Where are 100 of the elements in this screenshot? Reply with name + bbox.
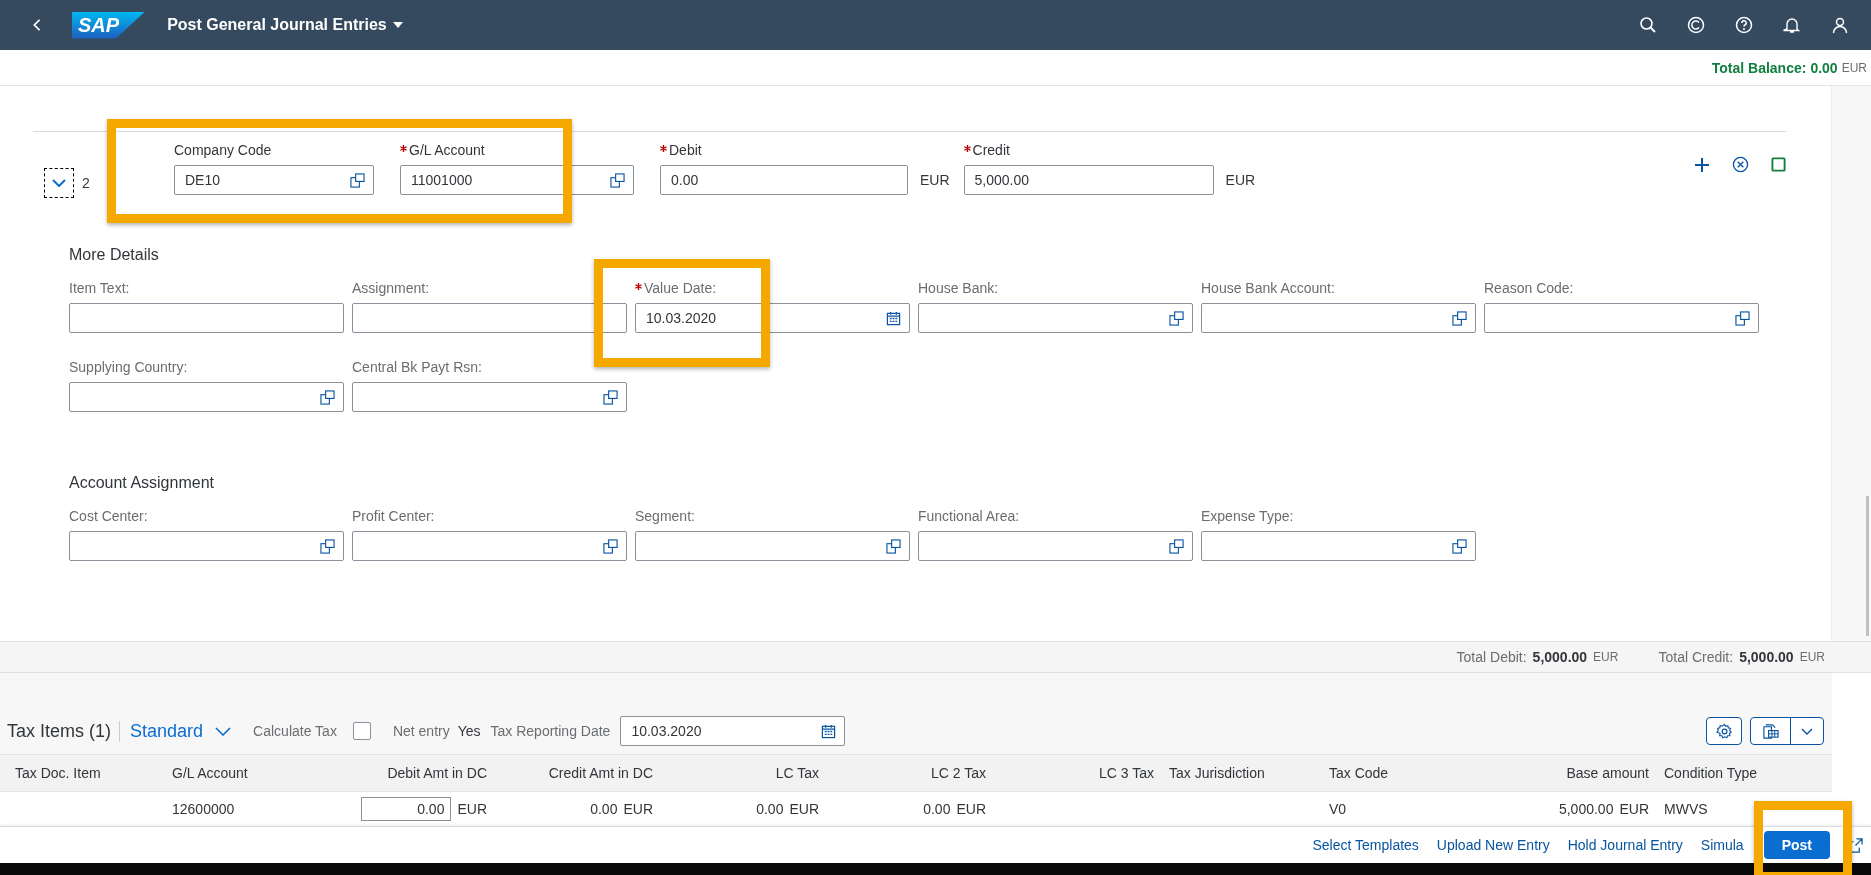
add-icon[interactable]: [1694, 156, 1710, 173]
input-field[interactable]: [1484, 303, 1759, 333]
total-label: Total Debit:: [1456, 649, 1527, 665]
logo[interactable]: SAP: [72, 11, 146, 39]
table-title: Tax Items (1): [7, 720, 121, 742]
expand-toggle[interactable]: [44, 168, 74, 198]
column-header[interactable]: Tax Doc. Item: [0, 765, 165, 781]
column-header[interactable]: LC 3 Tax: [994, 765, 1162, 781]
field-label: Value Date:: [635, 278, 717, 298]
footer-action-link[interactable]: Hold Journal Entry: [1567, 837, 1683, 853]
table-cell: MWVS: [1664, 801, 1708, 817]
input-field[interactable]: [69, 303, 344, 333]
footer-action-link[interactable]: Select Templates: [1312, 837, 1419, 853]
value-help-icon[interactable]: [1735, 310, 1750, 326]
app-title-menu[interactable]: Post General Journal Entries: [167, 16, 403, 34]
checkbox-label: Calculate Tax: [253, 723, 337, 739]
checkbox[interactable]: [352, 722, 371, 740]
table-cell: V0: [1329, 801, 1347, 817]
field-label: Debit: [660, 140, 702, 160]
chevron-down-icon: [1801, 727, 1813, 735]
field-label: Reason Code:: [1484, 279, 1574, 298]
column-header[interactable]: Tax Code: [1322, 765, 1492, 781]
caret-icon: [392, 22, 403, 28]
section-title: Account Assignment: [69, 474, 215, 492]
input-field[interactable]: [918, 531, 1193, 561]
input-field[interactable]: 11001000: [400, 165, 634, 195]
calendar-icon[interactable]: [821, 723, 837, 739]
input-field[interactable]: [352, 531, 627, 561]
value-help-icon[interactable]: [610, 172, 625, 188]
input-field[interactable]: DE10: [174, 165, 374, 195]
currency-label: EUR: [1225, 172, 1256, 188]
field-label: Assignment:: [352, 279, 430, 298]
input-field[interactable]: 0.00: [660, 165, 908, 195]
column-header[interactable]: G/L Account: [165, 765, 335, 781]
input-field[interactable]: 5,000.00: [963, 165, 1214, 195]
field-label: Tax Reporting Date: [490, 723, 611, 739]
table-cell: 0.00: [923, 801, 951, 817]
input-field[interactable]: [1201, 303, 1476, 333]
input-field[interactable]: [1201, 531, 1476, 561]
total-balance-label: Total Balance:: [1711, 59, 1807, 76]
amount-input[interactable]: 0.00: [361, 797, 452, 821]
value-help-icon[interactable]: [1452, 538, 1467, 554]
section-title: More Details: [69, 246, 160, 264]
delete-circle-icon[interactable]: [1732, 156, 1749, 173]
input-field[interactable]: [635, 531, 910, 561]
value-help-icon[interactable]: [1169, 538, 1184, 554]
export-split-button[interactable]: [1750, 717, 1824, 745]
currency-label: EUR: [1593, 650, 1619, 664]
column-header[interactable]: LC Tax: [661, 765, 827, 781]
variant-selector[interactable]: Standard: [130, 720, 232, 742]
date-field[interactable]: 10.03.2020: [620, 716, 846, 746]
required-asterisk-icon: [635, 282, 642, 290]
input-field[interactable]: [352, 382, 627, 412]
calendar-icon[interactable]: [886, 310, 901, 326]
value-help-icon[interactable]: [350, 172, 365, 188]
notification-bell-icon[interactable]: [1783, 16, 1801, 34]
currency-label: EUR: [1619, 801, 1649, 817]
column-header[interactable]: Condition Type: [1657, 765, 1832, 781]
required-asterisk-icon: [660, 144, 667, 152]
post-button[interactable]: Post: [1763, 831, 1830, 859]
value-help-icon[interactable]: [320, 389, 335, 405]
table-cell: 0.00: [590, 801, 618, 817]
currency-label: EUR: [956, 801, 986, 817]
value-help-icon[interactable]: [603, 538, 618, 554]
column-header[interactable]: Debit Amt in DC: [335, 765, 495, 781]
table-cell: 12600000: [172, 801, 235, 817]
value-help-icon[interactable]: [1169, 310, 1184, 326]
value-help-icon[interactable]: [1452, 310, 1467, 326]
total-label: Total Credit:: [1658, 649, 1734, 665]
chevron-down-icon: [52, 179, 66, 187]
help-icon[interactable]: [1735, 16, 1753, 34]
currency-label: EUR: [789, 801, 819, 817]
column-header[interactable]: LC 2 Tax: [827, 765, 994, 781]
value-help-icon[interactable]: [886, 538, 901, 554]
input-field[interactable]: [352, 303, 627, 333]
user-icon[interactable]: [1831, 16, 1849, 34]
input-field[interactable]: 10.03.2020: [635, 303, 910, 333]
footer-action-link[interactable]: Upload New Entry: [1436, 837, 1550, 853]
field-label: Functional Area:: [918, 507, 1020, 526]
field-label: Segment:: [635, 507, 695, 526]
value-help-icon[interactable]: [603, 389, 618, 405]
input-field[interactable]: [69, 531, 344, 561]
column-header[interactable]: Base amount: [1492, 765, 1657, 781]
footer-action-link[interactable]: Simula: [1700, 837, 1744, 853]
field-label: House Bank Account:: [1201, 279, 1335, 298]
input-field[interactable]: [918, 303, 1193, 333]
required-asterisk-icon: [963, 144, 971, 152]
input-field[interactable]: [69, 382, 344, 412]
currency-label: EUR: [457, 801, 487, 817]
settings-button[interactable]: [1706, 717, 1742, 745]
column-header[interactable]: Tax Jurisdiction: [1162, 765, 1322, 781]
scrollbar[interactable]: [1831, 86, 1871, 641]
field-label: G/L Account: [400, 140, 485, 160]
search-icon[interactable]: [1639, 16, 1657, 34]
required-asterisk-icon: [400, 144, 407, 152]
value-help-icon[interactable]: [320, 538, 335, 554]
square-icon[interactable]: [1771, 157, 1786, 172]
field-label: Expense Type:: [1201, 507, 1294, 526]
spreadsheet-icon: [1761, 722, 1780, 740]
column-header[interactable]: Credit Amt in DC: [495, 765, 661, 781]
